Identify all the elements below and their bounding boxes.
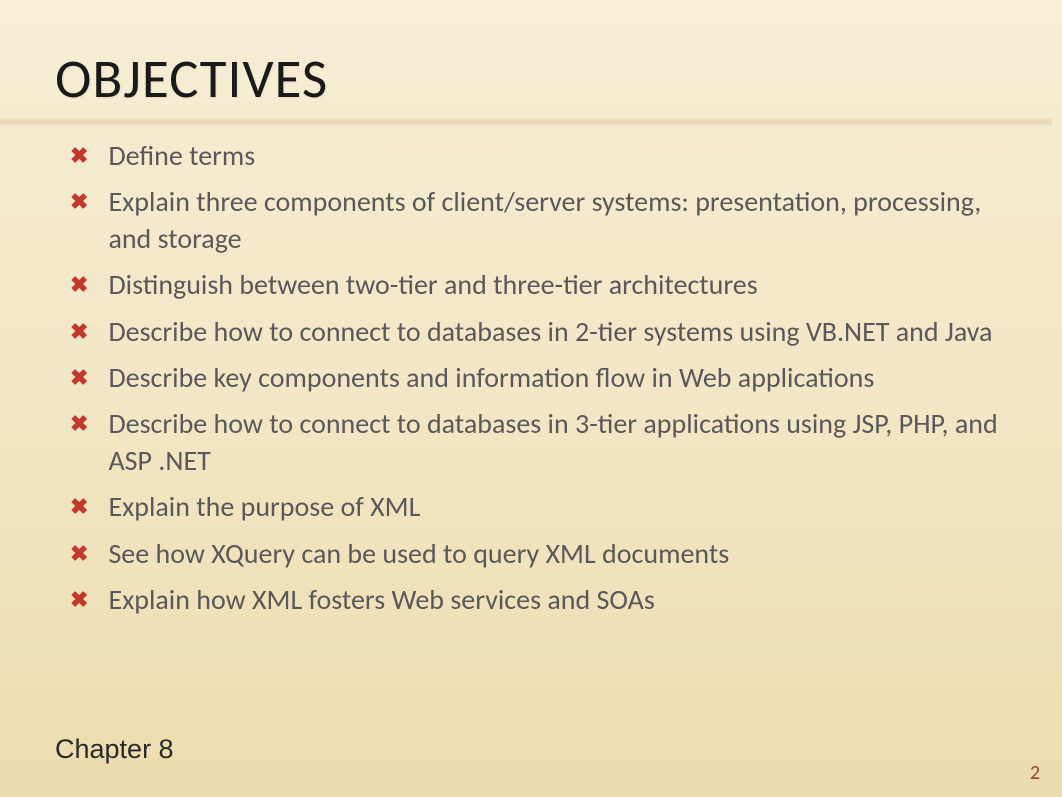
chapter-label: Chapter 8 xyxy=(55,734,174,765)
list-item: ✖ Describe key components and informatio… xyxy=(55,360,1007,396)
list-item: ✖ See how XQuery can be used to query XM… xyxy=(55,536,1007,572)
list-item-text: Explain three components of client/serve… xyxy=(108,184,1007,257)
list-item: ✖ Describe how to connect to databases i… xyxy=(55,406,1007,479)
objectives-list: ✖ Define terms ✖ Explain three component… xyxy=(55,138,1007,618)
list-item-text: Describe how to connect to databases in … xyxy=(108,314,992,350)
x-bullet-icon: ✖ xyxy=(70,367,88,389)
list-item-text: Describe how to connect to databases in … xyxy=(108,406,1007,479)
list-item-text: Define terms xyxy=(108,138,255,174)
list-item: ✖ Distinguish between two-tier and three… xyxy=(55,267,1007,303)
list-item-text: Describe key components and information … xyxy=(108,360,874,396)
list-item: ✖ Explain how XML fosters Web services a… xyxy=(55,582,1007,618)
x-bullet-icon: ✖ xyxy=(70,543,88,565)
list-item: ✖ Explain three components of client/ser… xyxy=(55,184,1007,257)
title-underline xyxy=(0,118,1052,126)
x-bullet-icon: ✖ xyxy=(70,589,88,611)
list-item: ✖ Define terms xyxy=(55,138,1007,174)
list-item: ✖ Explain the purpose of XML xyxy=(55,489,1007,525)
x-bullet-icon: ✖ xyxy=(70,496,88,518)
x-bullet-icon: ✖ xyxy=(70,321,88,343)
list-item-text: Explain the purpose of XML xyxy=(108,489,420,525)
x-bullet-icon: ✖ xyxy=(70,413,88,435)
slide-container: OBJECTIVES ✖ Define terms ✖ Explain thre… xyxy=(0,0,1062,797)
list-item-text: Explain how XML fosters Web services and… xyxy=(108,582,654,618)
list-item: ✖ Describe how to connect to databases i… xyxy=(55,314,1007,350)
list-item-text: Distinguish between two-tier and three-t… xyxy=(108,267,757,303)
x-bullet-icon: ✖ xyxy=(70,191,88,213)
x-bullet-icon: ✖ xyxy=(70,145,88,167)
page-number: 2 xyxy=(1030,761,1040,785)
list-item-text: See how XQuery can be used to query XML … xyxy=(108,536,729,572)
slide-title: OBJECTIVES xyxy=(55,45,1007,112)
x-bullet-icon: ✖ xyxy=(70,274,88,296)
